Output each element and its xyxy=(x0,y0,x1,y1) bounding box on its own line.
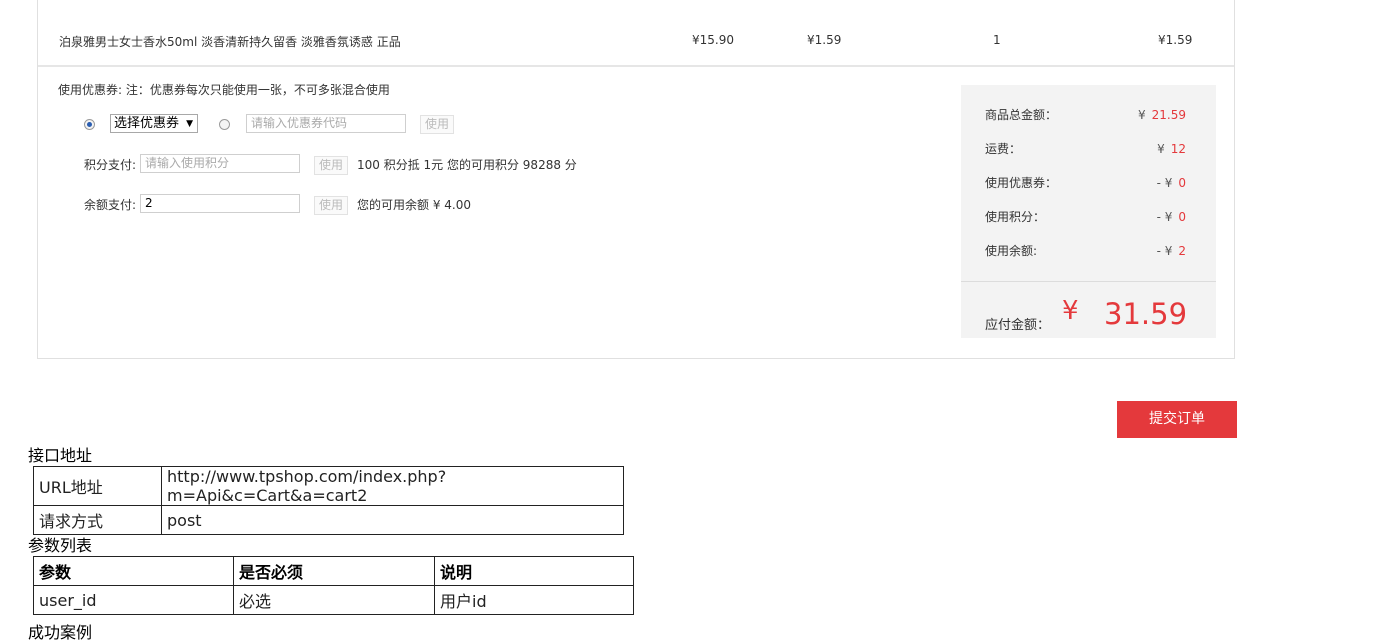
order-panel: 泊泉雅男士女士香水50ml 淡香清新持久留香 淡雅香氛诱惑 正品 ¥15.90 … xyxy=(37,0,1235,359)
params-table: 参数 是否必须 说明 user_id 必选 用户id xyxy=(33,556,634,615)
points-input[interactable]: 请输入使用积分 xyxy=(140,154,300,173)
payable-label: 应付金额： xyxy=(985,318,1051,333)
product-quantity: 1 xyxy=(993,33,1001,47)
summary-row-coupon: 使用优惠券： - ¥ 0 xyxy=(961,174,1216,194)
summary-divider xyxy=(961,281,1216,282)
summary-label: 商品总金额： xyxy=(985,108,1058,122)
summary-prefix: - ¥ xyxy=(1156,244,1173,258)
product-market-price: ¥15.90 xyxy=(692,33,734,47)
summary-row-balance: 使用余额: - ¥ 2 xyxy=(961,242,1216,262)
method-label: 请求方式 xyxy=(33,505,162,535)
url-value: http://www.tpshop.com/index.php?m=Api&c=… xyxy=(161,466,624,506)
summary-prefix: ¥ xyxy=(1138,108,1146,122)
payable-currency: ¥ xyxy=(1062,296,1079,326)
coupon-dropdown-label: 选择优惠券 xyxy=(114,116,180,131)
order-summary: 商品总金额： ¥21.59 运费： ¥12 使用优惠券： - ¥ 0 使用积分： … xyxy=(961,85,1216,338)
summary-prefix: ¥ xyxy=(1157,142,1165,156)
summary-label: 使用积分： xyxy=(985,210,1046,224)
summary-value: 12 xyxy=(1170,142,1186,156)
summary-value: 21.59 xyxy=(1151,108,1186,122)
table-row: 请求方式 post xyxy=(33,505,624,535)
param-header-required: 是否必须 xyxy=(233,556,435,586)
summary-row-shipping: 运费： ¥12 xyxy=(961,140,1216,160)
url-label: URL地址 xyxy=(33,466,162,506)
summary-label: 使用优惠券： xyxy=(985,176,1058,190)
coupon-code-radio[interactable] xyxy=(219,119,230,130)
points-info: 100 积分抵 1元 您的可用积分 98288 分 xyxy=(357,158,577,172)
balance-input[interactable]: 2 xyxy=(140,194,300,213)
summary-label: 运费： xyxy=(985,142,1022,156)
summary-row-goods-total: 商品总金额： ¥21.59 xyxy=(961,106,1216,126)
method-value: post xyxy=(161,505,624,535)
balance-label: 余额支付: xyxy=(84,198,137,212)
chevron-down-icon: ▼ xyxy=(186,119,193,129)
param-header-name: 参数 xyxy=(33,556,234,586)
summary-value: 0 xyxy=(1178,210,1186,224)
summary-value: 2 xyxy=(1178,244,1186,258)
param-header-desc: 说明 xyxy=(434,556,634,586)
summary-prefix: - ¥ xyxy=(1156,210,1173,224)
coupon-use-button[interactable]: 使用 xyxy=(420,115,455,134)
param-required: 必选 xyxy=(233,585,435,615)
params-heading: 参数列表 xyxy=(28,536,93,555)
points-label: 积分支付: xyxy=(84,158,137,172)
table-row: user_id 必选 用户id xyxy=(33,585,634,615)
balance-use-button[interactable]: 使用 xyxy=(314,196,349,215)
product-subtotal: ¥1.59 xyxy=(1158,33,1193,47)
summary-row-points: 使用积分： - ¥ 0 xyxy=(961,208,1216,228)
interface-heading: 接口地址 xyxy=(28,446,93,465)
table-header-row: 参数 是否必须 说明 xyxy=(33,556,634,586)
table-row: URL地址 http://www.tpshop.com/index.php?m=… xyxy=(33,466,624,506)
coupon-note: 使用优惠券: 注：优惠券每次只能使用一张，不可多张混合使用 xyxy=(58,83,390,97)
product-row: 泊泉雅男士女士香水50ml 淡香清新持久留香 淡雅香氛诱惑 正品 ¥15.90 … xyxy=(38,0,1234,67)
param-desc: 用户id xyxy=(434,585,634,615)
balance-info: 您的可用余额 ¥ 4.00 xyxy=(357,198,471,212)
points-use-button[interactable]: 使用 xyxy=(314,156,349,175)
payable-amount: 31.59 xyxy=(1104,297,1188,331)
summary-value: 0 xyxy=(1178,176,1186,190)
coupon-code-input[interactable]: 请输入优惠券代码 xyxy=(246,114,406,133)
coupon-dropdown[interactable]: 选择优惠券 ▼ xyxy=(110,114,198,133)
product-member-price: ¥1.59 xyxy=(807,33,842,47)
summary-prefix: - ¥ xyxy=(1156,176,1173,190)
success-example-heading: 成功案例 xyxy=(28,623,93,642)
interface-table: URL地址 http://www.tpshop.com/index.php?m=… xyxy=(33,466,624,535)
submit-order-button[interactable]: 提交订单 xyxy=(1117,401,1237,438)
coupon-select-radio[interactable] xyxy=(84,119,95,130)
param-name: user_id xyxy=(33,585,234,615)
summary-label: 使用余额: xyxy=(985,244,1038,258)
product-name[interactable]: 泊泉雅男士女士香水50ml 淡香清新持久留香 淡雅香氛诱惑 正品 xyxy=(59,33,401,50)
